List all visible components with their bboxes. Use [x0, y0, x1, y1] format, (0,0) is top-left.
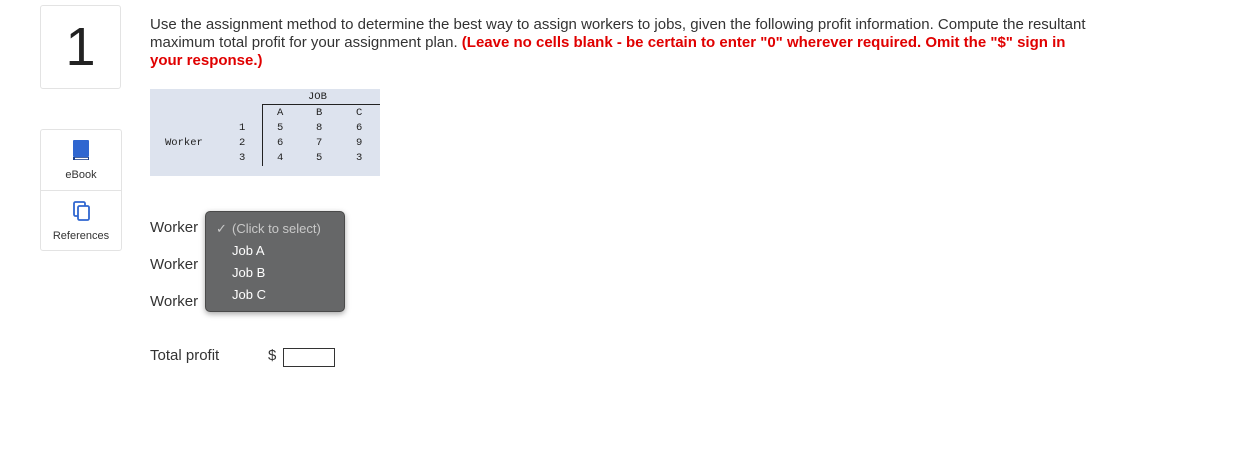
- assignment-worker-label: Worker: [150, 219, 199, 236]
- table-header-divider: [262, 104, 380, 105]
- question-number: 1: [40, 5, 121, 89]
- dropdown-option-job-a[interactable]: Job A: [206, 241, 344, 261]
- assignment-worker-label: Worker: [150, 256, 199, 273]
- col-header-b: B: [316, 107, 323, 119]
- table-cell: 6: [356, 122, 363, 134]
- table-cell: 7: [316, 137, 323, 149]
- col-header-a: A: [277, 107, 284, 119]
- table-cell: 9: [356, 137, 363, 149]
- job-header: JOB: [308, 91, 327, 103]
- references-label: References: [52, 230, 110, 242]
- dropdown-option-label: Job B: [232, 265, 266, 280]
- row-header-worker: Worker: [165, 137, 203, 149]
- worker-number: 2: [239, 137, 246, 149]
- dropdown-option-label: (Click to select): [232, 221, 321, 236]
- total-profit-input[interactable]: [283, 348, 335, 367]
- table-column-divider: [262, 104, 263, 166]
- ebook-button[interactable]: eBook: [41, 130, 121, 190]
- table-bottom-border: [150, 172, 380, 176]
- worker-number: 3: [239, 152, 246, 164]
- assignment-worker-label: Worker: [150, 293, 199, 310]
- ebook-label: eBook: [65, 169, 97, 181]
- question-text: Use the assignment method to determine t…: [150, 16, 1090, 70]
- checkmark-icon: ✓: [216, 221, 227, 236]
- worker-number: 1: [239, 122, 246, 134]
- dropdown-option-job-b[interactable]: Job B: [206, 263, 344, 283]
- table-cell: 8: [316, 122, 323, 134]
- total-profit-label: Total profit: [150, 347, 220, 364]
- side-tools: eBook References: [40, 129, 122, 251]
- table-cell: 6: [277, 137, 284, 149]
- table-cell: 4: [277, 152, 284, 164]
- table-cell: 5: [316, 152, 323, 164]
- table-cell: 5: [277, 122, 284, 134]
- references-icon: [71, 200, 91, 230]
- table-cell: 3: [356, 152, 363, 164]
- dropdown-option-placeholder[interactable]: ✓ (Click to select): [206, 219, 344, 239]
- col-header-c: C: [356, 107, 363, 119]
- profit-table: JOB A B C Worker 1 5 8 6 2 6 7 9 3 4 5 3: [150, 89, 380, 176]
- dropdown-option-job-c[interactable]: Job C: [206, 285, 344, 305]
- currency-symbol: $: [268, 347, 277, 364]
- book-icon: [71, 139, 91, 169]
- dropdown-option-label: Job A: [232, 243, 265, 258]
- references-button[interactable]: References: [41, 190, 121, 251]
- dropdown-option-label: Job C: [232, 287, 266, 302]
- job-dropdown-menu[interactable]: ✓ (Click to select) Job A Job B Job C: [205, 211, 345, 312]
